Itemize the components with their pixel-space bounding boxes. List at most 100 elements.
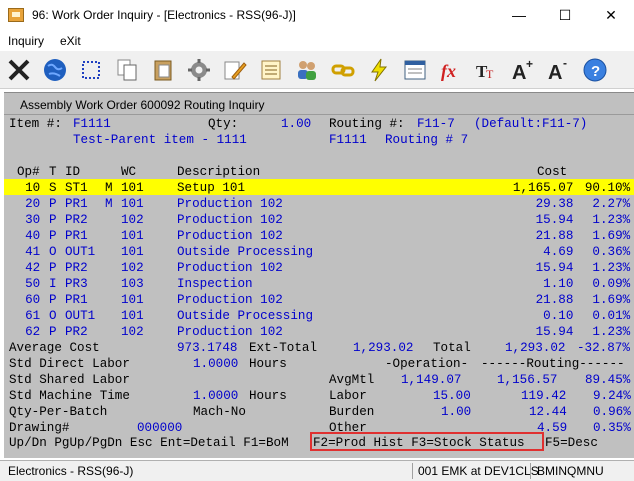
item-code: F1111 bbox=[329, 133, 367, 147]
status-company: Electronics - RSS(96-J) bbox=[8, 464, 134, 478]
ext-total-value: 1,293.02 bbox=[353, 341, 414, 355]
col-description: Description bbox=[177, 165, 261, 179]
minimize-button[interactable]: — bbox=[496, 0, 542, 30]
labor-operation: 15.00 bbox=[433, 389, 471, 403]
col-id: ID bbox=[65, 165, 81, 179]
table-row[interactable] bbox=[4, 308, 630, 324]
status-divider bbox=[412, 463, 413, 479]
link-icon[interactable] bbox=[328, 55, 358, 85]
routing-label: Routing #: bbox=[329, 117, 405, 131]
users-icon[interactable] bbox=[292, 55, 322, 85]
globe-icon[interactable] bbox=[40, 55, 70, 85]
item-label: Item #: bbox=[9, 117, 62, 131]
routing-header: ------Routing------ bbox=[481, 357, 625, 371]
other-pct: 0.35% bbox=[593, 421, 631, 435]
routing-number: Routing # 7 bbox=[385, 133, 469, 147]
burden-pct: 0.96% bbox=[593, 405, 631, 419]
drawing-label: Drawing# bbox=[9, 421, 70, 435]
total-pct: -32.87% bbox=[577, 341, 630, 355]
report-icon[interactable] bbox=[400, 55, 430, 85]
table-row[interactable] bbox=[4, 292, 630, 308]
font-smaller-icon[interactable]: A- bbox=[544, 55, 574, 85]
maximize-button[interactable]: ☐ bbox=[542, 0, 588, 30]
std-direct-labor-label: Std Direct Labor bbox=[9, 357, 130, 371]
exit-icon[interactable] bbox=[4, 55, 34, 85]
panel-title-bar: Assembly Work Order 600092 Routing Inqui… bbox=[4, 93, 634, 115]
col-type: T bbox=[49, 165, 57, 179]
svg-text:+: + bbox=[526, 57, 533, 71]
hours-label-1: Hours bbox=[249, 357, 287, 371]
window-title: 96: Work Order Inquiry - [Electronics - … bbox=[32, 8, 296, 22]
title-bar: 96: Work Order Inquiry - [Electronics - … bbox=[0, 0, 634, 31]
f5-key-hint[interactable]: F5=Desc bbox=[545, 435, 598, 451]
avgmtl-label: AvgMtl bbox=[329, 373, 375, 387]
edit-icon[interactable] bbox=[220, 55, 250, 85]
copy-icon[interactable] bbox=[112, 55, 142, 85]
menu-bar: Inquiry eXit bbox=[0, 31, 634, 51]
item-value: F1111 bbox=[73, 117, 111, 131]
avgmtl-pct: 89.45% bbox=[585, 373, 631, 387]
function-icon[interactable]: fx bbox=[436, 55, 466, 85]
qty-value: 1.00 bbox=[281, 117, 312, 131]
burden-label: Burden bbox=[329, 405, 375, 419]
status-user: 001 EMK at DEV1CLS bbox=[418, 464, 539, 478]
item-description: Test-Parent item - 1111 bbox=[73, 133, 247, 147]
avgmtl-operation: 1,149.07 bbox=[401, 373, 462, 387]
std-machine-time-label: Std Machine Time bbox=[9, 389, 130, 403]
status-menu: BMINQMNU bbox=[537, 464, 604, 478]
font-larger-icon[interactable]: A + bbox=[508, 55, 538, 85]
status-bar: Electronics - RSS(96-J) 001 EMK at DEV1C… bbox=[0, 460, 634, 481]
close-button[interactable]: ✕ bbox=[588, 0, 634, 30]
burden-operation: 1.00 bbox=[441, 405, 472, 419]
table-row[interactable] bbox=[4, 228, 630, 244]
table-row[interactable] bbox=[4, 324, 630, 340]
table-row[interactable] bbox=[4, 260, 630, 276]
avg-cost-value: 973.1748 bbox=[177, 341, 238, 355]
help-icon[interactable]: ? bbox=[580, 55, 610, 85]
labor-pct: 9.24% bbox=[593, 389, 631, 403]
mach-no-label: Mach-No bbox=[193, 405, 246, 419]
status-divider bbox=[530, 463, 531, 479]
panel-title: Assembly Work Order 600092 Routing Inqui… bbox=[20, 98, 265, 112]
routing-value: F11-7 bbox=[417, 117, 455, 131]
std-machine-time-value: 1.0000 bbox=[193, 389, 239, 403]
table-row[interactable] bbox=[4, 244, 630, 260]
svg-text:-: - bbox=[563, 57, 567, 70]
f2-f3-keys-hint[interactable]: F2=Prod Hist F3=Stock Status bbox=[313, 435, 525, 451]
ext-total-label: Ext-Total bbox=[249, 341, 318, 355]
labor-routing: 119.42 bbox=[521, 389, 567, 403]
toolbar: fx TT A + A- ? bbox=[0, 51, 634, 89]
settings-icon[interactable] bbox=[184, 55, 214, 85]
table-row[interactable] bbox=[4, 196, 630, 212]
table-row[interactable] bbox=[4, 276, 630, 292]
col-op: Op# bbox=[17, 165, 40, 179]
menu-exit[interactable]: eXit bbox=[60, 34, 81, 48]
svg-text:A: A bbox=[548, 62, 562, 83]
select-icon[interactable] bbox=[76, 55, 106, 85]
lightning-icon[interactable] bbox=[364, 55, 394, 85]
qty-per-batch-label: Qty-Per-Batch bbox=[9, 405, 108, 419]
burden-routing: 12.44 bbox=[529, 405, 567, 419]
labor-label: Labor bbox=[329, 389, 367, 403]
app-icon bbox=[8, 8, 24, 22]
qty-label: Qty: bbox=[208, 117, 239, 131]
default-routing: (Default:F11-7) bbox=[474, 117, 588, 131]
hours-label-2: Hours bbox=[249, 389, 287, 403]
table-row[interactable] bbox=[4, 180, 630, 196]
total-value: 1,293.02 bbox=[505, 341, 566, 355]
paste-icon[interactable] bbox=[148, 55, 178, 85]
operation-header: -Operation- bbox=[385, 357, 469, 371]
col-wc: WC bbox=[121, 165, 137, 179]
table-row[interactable] bbox=[4, 212, 630, 228]
svg-text:?: ? bbox=[591, 63, 600, 80]
drawing-value: 000000 bbox=[137, 421, 183, 435]
svg-text:T: T bbox=[486, 67, 494, 81]
avg-cost-label: Average Cost bbox=[9, 341, 100, 355]
avgmtl-routing: 1,156.57 bbox=[497, 373, 558, 387]
notes-icon[interactable] bbox=[256, 55, 286, 85]
col-cost: Cost bbox=[537, 165, 568, 179]
font-icon[interactable]: TT bbox=[472, 55, 502, 85]
menu-inquiry[interactable]: Inquiry bbox=[8, 34, 44, 48]
std-direct-labor-value: 1.0000 bbox=[193, 357, 239, 371]
total-label: Total bbox=[433, 341, 471, 355]
